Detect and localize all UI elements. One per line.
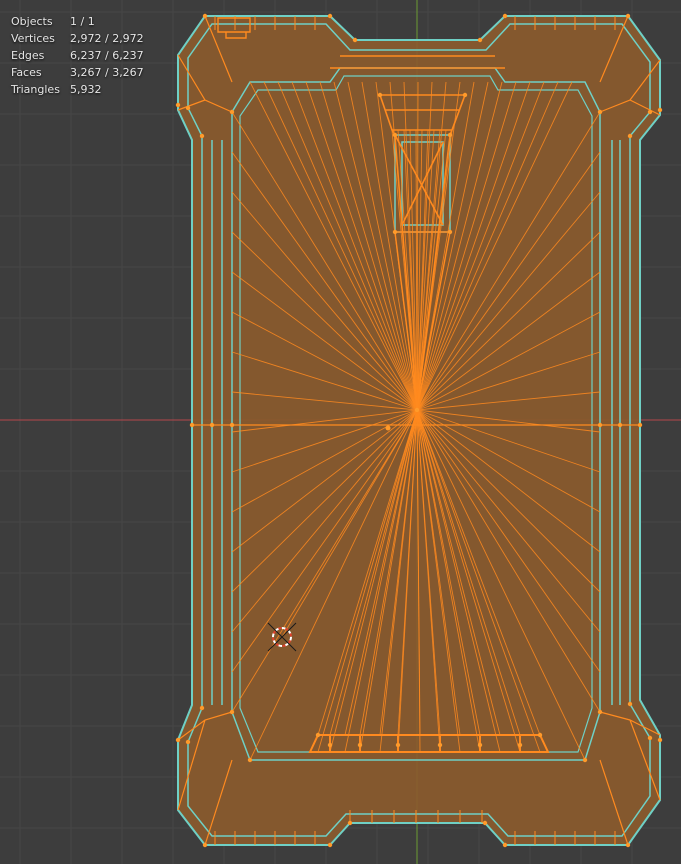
mesh-vertex[interactable] (657, 107, 663, 113)
mesh-vertex[interactable] (637, 422, 643, 428)
mesh-vertex[interactable] (247, 757, 253, 763)
mesh-vertex[interactable] (315, 732, 321, 738)
mesh-vertex[interactable] (202, 13, 208, 19)
mesh-vertex[interactable] (477, 742, 483, 748)
mesh-vertex[interactable] (477, 37, 483, 43)
mesh-vertex[interactable] (185, 105, 191, 111)
stat-row: Vertices 2,972 / 2,972 (11, 30, 144, 47)
stat-row: Triangles 5,932 (11, 81, 144, 98)
mesh-vertex[interactable] (627, 133, 633, 139)
mesh-vertex[interactable] (229, 109, 235, 115)
mesh-vertex[interactable] (447, 229, 453, 235)
mesh-vertex[interactable] (462, 92, 468, 98)
mesh-vertex[interactable] (229, 709, 235, 715)
mesh-vertex[interactable] (447, 132, 453, 138)
mesh-vertex[interactable] (414, 407, 420, 413)
mesh-vertex[interactable] (327, 13, 333, 19)
mesh-vertex[interactable] (327, 742, 333, 748)
mesh-vertex[interactable] (352, 37, 358, 43)
mesh-vertex[interactable] (437, 742, 443, 748)
stat-value: 1 / 1 (70, 15, 95, 28)
mesh-vertex[interactable] (627, 701, 633, 707)
stat-row: Edges 6,237 / 6,237 (11, 47, 144, 64)
mesh-vertex[interactable] (199, 133, 205, 139)
mesh-vertex[interactable] (229, 422, 235, 428)
mesh-vertex[interactable] (625, 842, 631, 848)
3d-viewport[interactable]: Objects 1 / 1 Vertices 2,972 / 2,972 Edges 6,… (0, 0, 681, 864)
stat-label: Edges (11, 49, 45, 62)
stat-row: Objects 1 / 1 (11, 13, 144, 30)
mesh-vertex[interactable] (482, 820, 488, 826)
mesh-vertex[interactable] (185, 739, 191, 745)
mesh-vertex[interactable] (597, 109, 603, 115)
mesh-vertex[interactable] (175, 737, 181, 743)
mesh-vertex[interactable] (209, 422, 215, 428)
stat-value: 3,267 / 3,267 (70, 66, 144, 79)
mesh-vertex[interactable] (502, 842, 508, 848)
mesh-vertex[interactable] (537, 732, 543, 738)
stat-value: 6,237 / 6,237 (70, 49, 144, 62)
mesh-vertex[interactable] (517, 742, 523, 748)
mesh-vertex[interactable] (377, 92, 383, 98)
mesh-vertex[interactable] (657, 737, 663, 743)
mesh-vertex[interactable] (199, 705, 205, 711)
mesh-vertex[interactable] (617, 422, 623, 428)
object-origin[interactable] (385, 425, 391, 431)
mesh-vertex[interactable] (502, 13, 508, 19)
phone-case-mesh[interactable] (175, 13, 663, 848)
3d-cursor-icon[interactable] (267, 622, 297, 652)
mesh-vertex[interactable] (392, 229, 398, 235)
mesh-vertex[interactable] (395, 742, 401, 748)
mesh-vertex[interactable] (357, 742, 363, 748)
mesh-vertex[interactable] (347, 820, 353, 826)
viewport-canvas[interactable] (0, 0, 681, 864)
mesh-vertex[interactable] (327, 842, 333, 848)
mesh-vertex[interactable] (392, 132, 398, 138)
mesh-vertex[interactable] (175, 102, 181, 108)
mesh-vertex[interactable] (582, 757, 588, 763)
stat-value: 2,972 / 2,972 (70, 32, 144, 45)
mesh-vertex[interactable] (597, 422, 603, 428)
mesh-vertex[interactable] (647, 109, 653, 115)
mesh-vertex[interactable] (597, 709, 603, 715)
stat-label: Triangles (11, 83, 60, 96)
viewport-statistics-overlay: Objects 1 / 1 Vertices 2,972 / 2,972 Edges 6,… (11, 13, 144, 98)
mesh-vertex[interactable] (647, 735, 653, 741)
mesh-vertex[interactable] (625, 13, 631, 19)
stat-row: Faces 3,267 / 3,267 (11, 64, 144, 81)
mesh-vertex[interactable] (189, 422, 195, 428)
stat-label: Vertices (11, 32, 55, 45)
stat-value: 5,932 (70, 83, 102, 96)
mesh-vertex[interactable] (202, 842, 208, 848)
stat-label: Objects (11, 15, 53, 28)
stat-label: Faces (11, 66, 42, 79)
